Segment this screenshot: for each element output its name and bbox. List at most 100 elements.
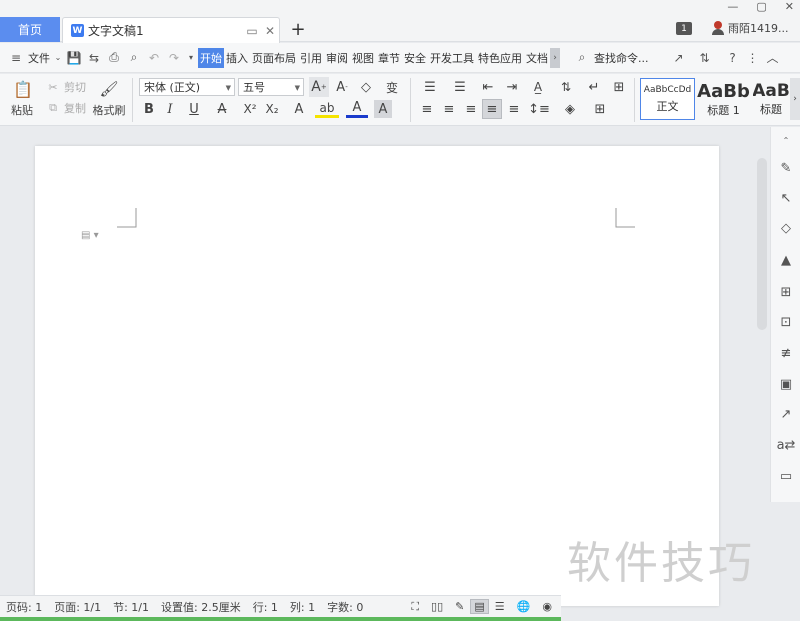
table-border-icon[interactable]: ⊞ (610, 78, 628, 96)
show-hide-marks-icon[interactable]: ↵ (582, 78, 606, 96)
menu-file[interactable]: 文件 (26, 48, 52, 68)
menu-references[interactable]: 引用 (298, 48, 324, 68)
font-size-select[interactable]: 五号 ▼ (238, 78, 304, 96)
web-view-icon[interactable]: 🌐 (511, 600, 537, 613)
status-page-number[interactable]: 页码: 1 (0, 599, 48, 615)
format-painter-icon[interactable]: 🖌 (98, 78, 120, 100)
help-icon[interactable]: ? (723, 48, 743, 68)
reading-mode-icon[interactable]: ▯▯ (425, 600, 449, 613)
new-tab-button[interactable]: + (288, 19, 308, 40)
tab-home[interactable]: 首页 (0, 17, 60, 42)
collapse-ribbon-icon[interactable]: ︿ (763, 48, 783, 68)
copy-icon[interactable]: ⧉ (46, 101, 60, 115)
window-close-icon[interactable]: ✕ (785, 0, 794, 16)
paragraph-icon[interactable]: ▤ ▾ (81, 230, 99, 241)
minimize-icon[interactable]: — (727, 0, 738, 16)
strikethrough-icon[interactable]: A (210, 100, 234, 118)
menu-developer[interactable]: 开发工具 (428, 48, 476, 68)
bullets-icon[interactable]: ☰ (418, 78, 442, 96)
style-heading[interactable]: AaB 标题 (753, 78, 789, 120)
monitor-icon[interactable]: ▭ (243, 22, 261, 40)
subscript-icon[interactable]: X₂ (262, 100, 282, 118)
page-view-icon[interactable]: ▤ (470, 599, 489, 614)
styles-scroll-right-icon[interactable]: › (790, 78, 800, 120)
menu-scroll-right-icon[interactable]: › (550, 47, 560, 68)
hamburger-icon[interactable]: ≡ (6, 48, 26, 68)
line-spacing-icon[interactable]: ↕≡ (527, 100, 551, 118)
eye-protection-icon[interactable]: ◉ (536, 600, 558, 613)
format-painter-button[interactable]: 格式刷 (92, 103, 126, 117)
shapes-icon[interactable]: ◇ (777, 219, 795, 237)
outline-view-icon[interactable]: ☰ (489, 600, 511, 613)
menu-section[interactable]: 章节 (376, 48, 402, 68)
share-out-icon[interactable]: ↗ (777, 405, 795, 423)
style-icon[interactable]: ▲ (777, 251, 795, 269)
paste-button[interactable]: 粘贴 (6, 103, 38, 117)
apps-icon[interactable]: ⊡ (777, 313, 795, 331)
tab-document[interactable]: W 文字文稿1 ▭ ✕ (62, 17, 280, 43)
print-icon[interactable]: ⎙ (104, 48, 124, 68)
highlight-icon[interactable]: ab (315, 100, 339, 118)
paste-icon[interactable]: 📋 (12, 78, 34, 100)
close-icon[interactable]: ✕ (261, 22, 279, 40)
select-cursor-icon[interactable]: ↖ (777, 189, 795, 207)
grow-font-icon[interactable]: A + (309, 77, 329, 97)
user-account[interactable]: 雨陌1419... (712, 20, 788, 36)
menu-security[interactable]: 安全 (402, 48, 428, 68)
redo-icon[interactable]: ↷ (164, 48, 184, 68)
sort-icon[interactable]: ⇅ (556, 78, 576, 96)
undo-icon[interactable]: ↶ (144, 48, 164, 68)
decrease-indent-icon[interactable]: ⇤ (478, 78, 498, 96)
justify-icon[interactable]: ≡ (482, 99, 502, 119)
menu-review[interactable]: 审阅 (324, 48, 350, 68)
style-heading-1[interactable]: AaBb 标题 1 (696, 78, 751, 120)
text-effect-icon[interactable]: A (287, 100, 311, 118)
underline-icon[interactable]: U (182, 100, 206, 118)
fullscreen-icon[interactable]: ⛶ (405, 600, 425, 614)
menu-document[interactable]: 文档 (524, 48, 550, 68)
scroll-up-icon[interactable]: ⌃ (777, 131, 795, 149)
superscript-icon[interactable]: X² (240, 100, 260, 118)
print-preview-icon[interactable]: ⌕ (124, 48, 144, 68)
save-icon[interactable]: 💾 (64, 48, 84, 68)
status-setting[interactable]: 设置值: 2.5厘米 (155, 599, 247, 615)
menu-insert[interactable]: 插入 (224, 48, 250, 68)
chevron-down-icon[interactable]: ⌄ (52, 48, 64, 68)
status-column[interactable]: 列: 1 (284, 599, 321, 615)
borders-icon[interactable]: ⊞ (588, 100, 612, 118)
translate-icon[interactable]: a⇄ (777, 436, 796, 454)
style-normal[interactable]: AaBbCcDd 正文 (640, 78, 695, 120)
cut-icon[interactable]: ✂ (46, 80, 60, 94)
maximize-icon[interactable]: ▢ (756, 0, 766, 16)
distributed-align-icon[interactable]: ≡ (505, 100, 523, 118)
vertical-scrollbar[interactable] (757, 158, 767, 330)
customize-icon[interactable]: ▾ (184, 48, 198, 68)
menu-view[interactable]: 视图 (350, 48, 376, 68)
font-color-icon[interactable]: A (346, 100, 368, 118)
more-icon[interactable]: ⋮ (743, 48, 763, 68)
image-icon[interactable]: ▣ (777, 375, 795, 393)
align-right-icon[interactable]: ≡ (462, 100, 480, 118)
menu-page-layout[interactable]: 页面布局 (250, 48, 298, 68)
shading-icon[interactable]: ◈ (558, 100, 582, 118)
clear-format-icon[interactable]: ◇ (356, 77, 376, 97)
sync-icon[interactable]: ⇅ (695, 48, 715, 68)
adjust-icon[interactable]: ≢ (777, 344, 795, 362)
pen-mode-icon[interactable]: ✎ (449, 600, 470, 613)
italic-icon[interactable]: I (161, 100, 179, 118)
export-icon[interactable]: ⇆ (84, 48, 104, 68)
menu-features[interactable]: 特色应用 (476, 48, 524, 68)
align-left-icon[interactable]: ≡ (418, 100, 436, 118)
status-pages[interactable]: 页面: 1/1 (48, 599, 107, 615)
numbering-icon[interactable]: ☰ (448, 78, 472, 96)
shrink-font-icon[interactable]: A- (332, 77, 352, 97)
copy-button[interactable]: 复制 (62, 101, 88, 115)
share-icon[interactable]: ↗ (669, 48, 689, 68)
status-word-count[interactable]: 字数: 0 (321, 599, 369, 615)
command-search[interactable]: 查找命令... (592, 48, 651, 68)
archive-icon[interactable]: ▭ (777, 467, 795, 485)
char-shading-icon[interactable]: A (374, 100, 392, 118)
table-icon[interactable]: ⊞ (777, 283, 795, 301)
align-center-icon[interactable]: ≡ (440, 100, 458, 118)
pen-icon[interactable]: ✎ (777, 159, 795, 177)
